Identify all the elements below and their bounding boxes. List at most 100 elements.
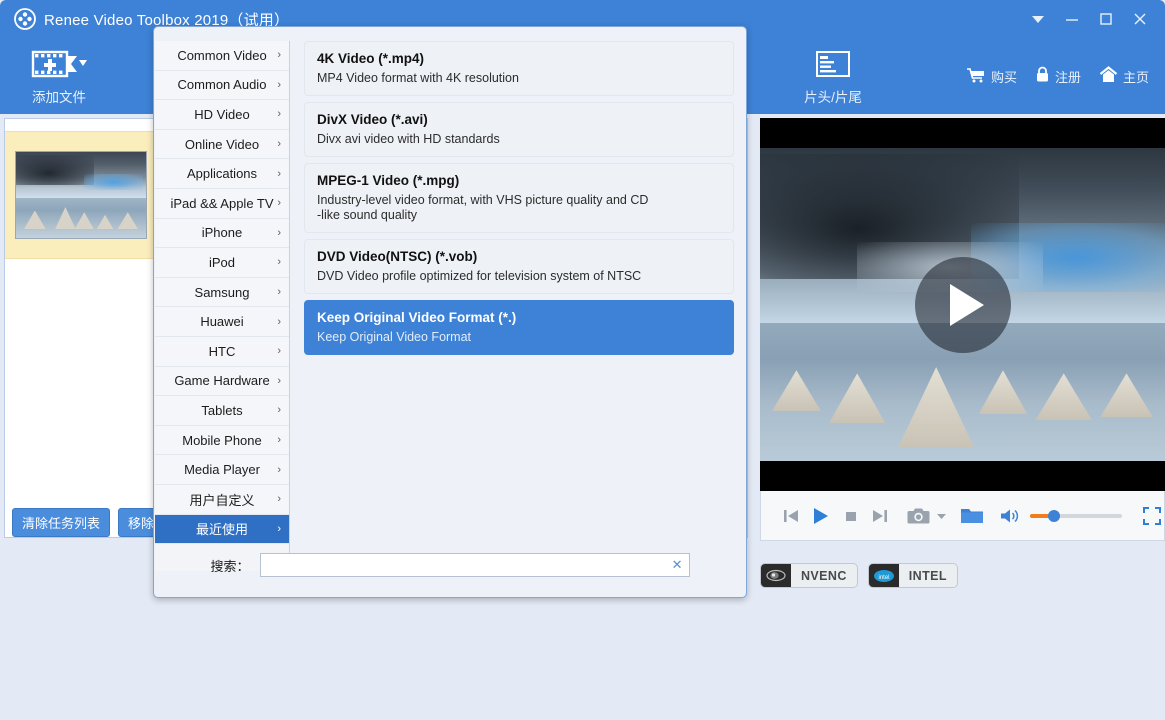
format-category-item[interactable]: HTC › <box>155 336 289 367</box>
output-settings-area: 输出格式： 4K Video (*.mp4) 输出设置 输出文件夹： 和源文件夹… <box>0 596 1165 720</box>
format-category-label: HD Video <box>194 106 250 122</box>
register-link[interactable]: 注册 <box>1035 66 1081 86</box>
add-film-icon <box>4 44 114 84</box>
add-file-label: 添加文件 <box>32 90 86 105</box>
format-category-label: HTC <box>208 343 236 359</box>
chevron-right-icon: › <box>277 226 281 239</box>
intel-badge[interactable]: intel INTEL <box>867 563 958 588</box>
format-category-label: Game Hardware <box>174 373 270 389</box>
window-controls <box>1021 0 1157 38</box>
hardware-acceleration-badges: NVENC intel INTEL <box>760 563 958 588</box>
format-search-row: 搜索： ✕ <box>155 545 745 585</box>
format-category-item[interactable]: Huawei › <box>155 307 289 337</box>
close-icon[interactable]: ✕ <box>672 557 683 573</box>
chevron-right-icon: › <box>277 108 281 121</box>
close-button[interactable] <box>1123 4 1157 34</box>
chevron-right-icon: › <box>277 315 281 328</box>
format-title: DivX Video (*.avi) <box>317 112 428 127</box>
chevron-right-icon: › <box>277 522 281 535</box>
buy-label: 购买 <box>990 69 1017 85</box>
format-category-item[interactable]: Mobile Phone › <box>155 425 289 456</box>
player-controls <box>760 491 1165 541</box>
format-category-item[interactable]: iPod › <box>155 248 289 278</box>
clear-task-list-button[interactable]: 清除任务列表 <box>12 507 111 537</box>
toolbar-links: 购买 注册 主页 <box>966 66 1149 86</box>
chevron-right-icon: › <box>277 463 281 476</box>
cart-icon <box>966 67 986 86</box>
fullscreen-icon[interactable] <box>1141 505 1163 527</box>
camera-icon[interactable] <box>907 506 931 526</box>
format-category-item[interactable]: Samsung › <box>155 277 289 308</box>
format-category-item[interactable]: Common Audio › <box>155 70 289 101</box>
chevron-down-icon[interactable] <box>936 512 947 520</box>
format-description: Industry-level video format, with VHS pi… <box>317 193 649 222</box>
format-dropdown-panel: Common Video › Common Audio › HD Video › Onlin… <box>153 26 747 598</box>
buy-link[interactable]: 购买 <box>966 67 1017 86</box>
application-window: Renee Video Toolbox 2019（试用） 添加文件 片头/片尾 … <box>0 0 1165 720</box>
format-list-item[interactable]: DivX Video (*.avi) Divx avi video with HD… <box>304 102 734 157</box>
format-category-item[interactable]: Tablets › <box>155 396 289 426</box>
video-preview[interactable] <box>760 118 1165 491</box>
format-category-item[interactable]: iPhone › <box>155 218 289 249</box>
nvenc-badge[interactable]: NVENC <box>760 563 858 588</box>
format-list-item[interactable]: MPEG-1 Video (*.mpg) Industry-level video… <box>304 163 734 233</box>
svg-text:intel: intel <box>878 575 889 581</box>
search-input[interactable]: ✕ <box>259 553 690 577</box>
volume-knob[interactable] <box>1048 509 1060 522</box>
home-link[interactable]: 主页 <box>1099 66 1149 86</box>
minimize-button[interactable] <box>1055 4 1089 34</box>
chevron-right-icon: › <box>277 493 281 506</box>
format-category-label: Huawei <box>200 314 244 330</box>
chevron-right-icon: › <box>277 374 281 387</box>
format-category-label: Mobile Phone <box>182 432 262 448</box>
play-circle-icon[interactable] <box>914 256 1011 353</box>
skip-previous-icon[interactable] <box>781 506 801 526</box>
format-category-item[interactable]: 用户自定义 › <box>155 484 289 515</box>
video-thumbnail[interactable] <box>15 151 147 239</box>
skip-next-icon[interactable] <box>870 506 890 526</box>
format-category-item[interactable]: iPad && Apple TV › <box>155 188 289 219</box>
nvenc-label: NVENC <box>801 568 847 583</box>
format-item-list: 4K Video (*.mp4) MP4 Video format with 4K… <box>304 41 734 361</box>
thumbnail-cloud-blue <box>83 174 144 190</box>
head-tail-label: 片头/片尾 <box>804 90 862 105</box>
home-label: 主页 <box>1122 69 1149 85</box>
format-list-item[interactable]: DVD Video(NTSC) (*.vob) DVD Video profile… <box>304 239 734 294</box>
head-tail-button[interactable]: 片头/片尾 <box>778 44 888 106</box>
format-category-label: Tablets <box>201 402 243 418</box>
format-category-item[interactable]: Online Video › <box>155 129 289 160</box>
add-file-button[interactable]: 添加文件 <box>4 44 114 106</box>
format-description: DVD Video profile optimized for televisi… <box>317 269 642 283</box>
format-category-item[interactable]: Applications › <box>155 159 289 189</box>
format-category-label: 用户自定义 <box>189 492 255 508</box>
format-description: MP4 Video format with 4K resolution <box>317 71 519 85</box>
play-icon[interactable] <box>810 505 832 527</box>
format-category-label: 最近使用 <box>195 522 248 538</box>
volume-slider[interactable] <box>1030 509 1122 522</box>
maximize-button[interactable] <box>1089 4 1123 34</box>
chevron-right-icon: › <box>277 434 281 447</box>
format-category-item[interactable]: 最近使用 › <box>155 514 289 545</box>
format-category-item[interactable]: HD Video › <box>155 100 289 130</box>
format-title: MPEG-1 Video (*.mpg) <box>317 173 460 188</box>
format-title: DVD Video(NTSC) (*.vob) <box>317 249 478 264</box>
format-category-item[interactable]: Common Video › <box>155 41 289 71</box>
dropdown-menu-button[interactable] <box>1021 4 1055 34</box>
format-category-item[interactable]: Media Player › <box>155 455 289 485</box>
speaker-icon[interactable] <box>999 507 1021 525</box>
register-label: 注册 <box>1054 69 1081 85</box>
intel-icon: intel <box>868 564 899 587</box>
format-list-item[interactable]: Keep Original Video Format (*.) Keep Orig… <box>304 300 734 355</box>
stop-icon[interactable] <box>841 506 861 526</box>
chevron-right-icon: › <box>277 49 281 62</box>
home-icon <box>1099 66 1118 86</box>
intel-label: INTEL <box>908 568 947 583</box>
format-category-item[interactable]: Game Hardware › <box>155 366 289 397</box>
chevron-right-icon: › <box>277 286 281 299</box>
format-list-item[interactable]: 4K Video (*.mp4) MP4 Video format with 4K… <box>304 41 734 96</box>
folder-icon[interactable] <box>960 506 984 525</box>
format-title: Keep Original Video Format (*.) <box>317 310 517 325</box>
format-category-label: Applications <box>186 166 258 182</box>
format-category-label: iPod <box>208 254 236 270</box>
chevron-right-icon: › <box>277 256 281 269</box>
